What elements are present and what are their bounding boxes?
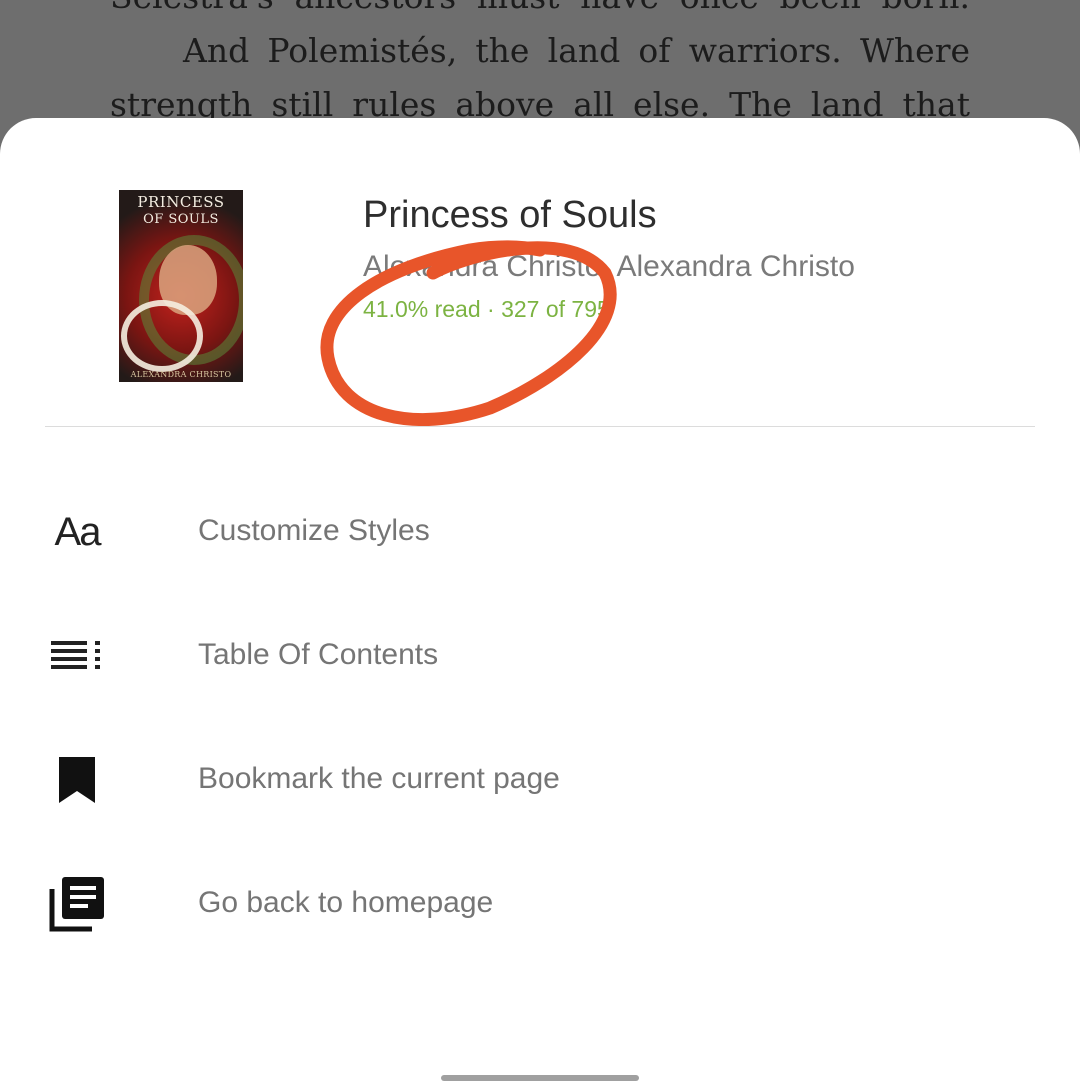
cover-art-glow [121,300,203,372]
home-indicator[interactable] [441,1075,639,1081]
library-icon [44,872,110,936]
cover-title-line: OF SOULS [143,212,219,227]
text-format-glyph: Aa [54,509,102,554]
menu-item-label: Table Of Contents [198,638,439,671]
text-format-icon: Aa [44,500,110,564]
reader-text: Selestra's ancestors must have once been… [110,0,970,132]
table-of-contents-icon [44,624,110,688]
reading-progress: 41.0% read · 327 of 795 [363,296,610,322]
cover-author: ALEXANDRA CHRISTO [130,370,232,379]
menu-item-table-of-contents[interactable]: Table Of Contents [0,608,1080,704]
divider [45,426,1035,427]
menu-item-go-home[interactable]: Go back to homepage [0,856,1080,952]
reader-line: And Polemistés, the land of warriors. Wh… [183,31,970,70]
book-title: Princess of Souls [363,194,657,236]
cover-title-line: PRINCESS [137,193,225,211]
book-author: Alexandra Christo, Alexandra Christo [363,250,855,283]
reader-menu-sheet: PRINCESS OF SOULS ALEXANDRA CHRISTO Prin… [0,118,1080,1080]
menu-item-label: Customize Styles [198,514,430,547]
menu-item-customize-styles[interactable]: Aa Customize Styles [0,484,1080,580]
cover-title: PRINCESS OF SOULS [119,194,243,228]
reader-line: Selestra's ancestors must have once been… [110,0,970,24]
menu-item-label: Bookmark the current page [198,762,560,795]
book-cover: PRINCESS OF SOULS ALEXANDRA CHRISTO [119,190,243,382]
bookmark-icon [44,748,110,812]
menu-item-bookmark-page[interactable]: Bookmark the current page [0,732,1080,828]
menu-item-label: Go back to homepage [198,886,494,919]
